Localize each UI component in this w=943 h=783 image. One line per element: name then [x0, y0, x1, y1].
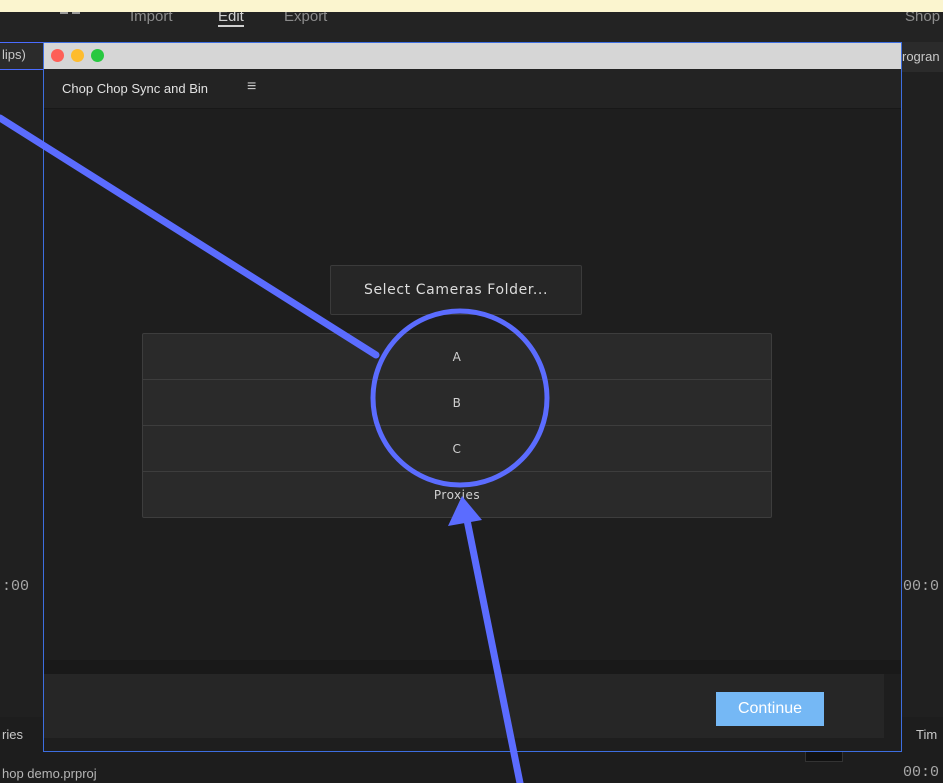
panel-footer: Continue [44, 674, 884, 738]
left-bottom-tab-label[interactable]: ries [2, 727, 23, 742]
panel-title: Chop Chop Sync and Bin [62, 81, 208, 96]
program-monitor-tab[interactable]: rogran [900, 42, 943, 72]
program-tab-label: rogran [902, 49, 940, 64]
menu-import[interactable]: Import [130, 12, 173, 25]
panel-header: Chop Chop Sync and Bin ≡ [44, 69, 901, 109]
folder-row-proxies[interactable]: Proxies [143, 472, 771, 518]
left-timecode: :00 [2, 578, 30, 595]
zoom-window-button[interactable] [91, 49, 104, 62]
hamburger-menu-icon[interactable]: ≡ [247, 78, 256, 96]
left-panel [0, 44, 44, 783]
app-menu-bar: Import Edit Export Shop [0, 12, 943, 44]
close-window-button[interactable] [51, 49, 64, 62]
menu-shop[interactable]: Shop [905, 12, 940, 25]
timeline-timecode: 00:0 [903, 764, 940, 781]
folder-row-a[interactable]: A [143, 334, 771, 380]
menu-edit[interactable]: Edit [218, 12, 244, 27]
folder-row-b[interactable]: B [143, 380, 771, 426]
right-bottom-tab-label[interactable]: Tim [916, 727, 937, 742]
window-title-bar[interactable] [44, 43, 901, 69]
continue-button[interactable]: Continue [716, 692, 824, 726]
left-panel-tab-label: lips) [2, 47, 26, 62]
footer-divider [44, 660, 901, 674]
menu-export[interactable]: Export [284, 12, 327, 25]
select-cameras-folder-button[interactable]: Select Cameras Folder... [330, 265, 582, 315]
right-panel [900, 44, 943, 783]
folder-row-c[interactable]: C [143, 426, 771, 472]
plugin-window: Chop Chop Sync and Bin ≡ Select Cameras … [43, 42, 902, 752]
left-panel-tab[interactable]: lips) [0, 42, 44, 70]
minimize-window-button[interactable] [71, 49, 84, 62]
camera-folder-list: A B C Proxies [142, 333, 772, 518]
right-timecode: 00:0 [903, 578, 940, 595]
workspaces-grid-icon[interactable] [60, 12, 82, 20]
project-file-name: hop demo.prproj [2, 766, 97, 781]
